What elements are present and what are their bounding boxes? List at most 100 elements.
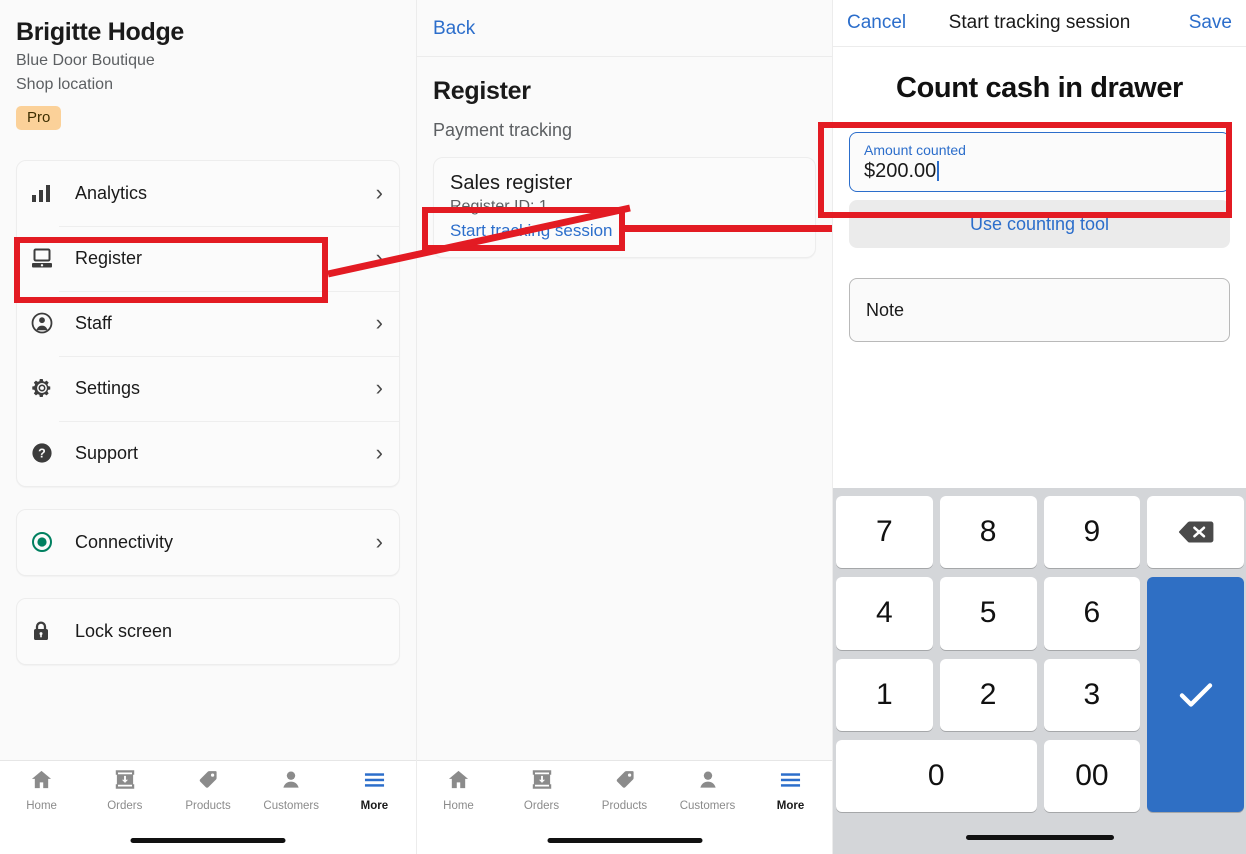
left-panel: Brigitte Hodge Blue Door Boutique Shop l… [0,0,416,854]
amount-text: $200.00 [864,160,937,182]
sidebar-item-label: Connectivity [75,531,174,552]
start-tracking-session-link[interactable]: Start tracking session [450,221,799,241]
chevron-right-icon: › [375,245,383,271]
tab-home[interactable]: Home [0,769,83,823]
key-9[interactable]: 9 [1043,496,1141,569]
tab-label: Home [443,800,474,812]
key-0[interactable]: 0 [836,739,1037,812]
pro-badge: Pro [16,105,62,130]
tab-label: Orders [523,800,560,812]
page-title: Register [433,77,531,105]
chevron-right-icon: › [375,310,383,336]
tab-label: Home [26,800,57,812]
sidebar-item-lock-screen[interactable]: Lock screen [17,599,399,664]
cancel-button[interactable]: Cancel [847,12,906,34]
tab-customers[interactable]: Customers [250,769,333,823]
count-cash-heading: Count cash in drawer [896,72,1183,104]
key-5[interactable]: 5 [939,577,1037,650]
tab-label: Customers [263,800,320,812]
sidebar-item-support[interactable]: ? Support › [17,420,399,486]
key-1[interactable]: 1 [836,658,933,731]
check-icon [1179,682,1212,707]
text-caret [937,161,940,181]
tab-products[interactable]: Products [166,769,249,823]
tab-label: More [360,800,389,812]
back-button[interactable]: Back [433,18,475,40]
chevron-right-icon: › [375,180,383,206]
bottom-tabbar-middle: Home Orders Products Customers More [417,760,832,854]
save-button[interactable]: Save [1189,12,1232,34]
tab-label: More [776,800,805,812]
key-4[interactable]: 4 [836,577,933,650]
register-card: Sales register Register ID: 1 Start trac… [433,157,816,258]
sidebar-item-label: Staff [75,312,112,333]
tab-label: Products [185,800,231,812]
home-indicator [130,838,286,843]
tab-customers[interactable]: Customers [666,769,749,823]
numeric-keypad: 7 8 9 4 5 6 1 2 3 0 00 [833,488,1246,854]
register-id: Register ID: 1 [450,198,548,215]
sidebar-item-staff[interactable]: Staff › [17,290,399,356]
tab-home[interactable]: Home [417,769,500,823]
menu-card-lock: Lock screen [16,597,400,665]
person-circle-icon [31,312,61,334]
home-icon [447,769,470,795]
key-00[interactable]: 00 [1043,739,1141,812]
confirm-button[interactable] [1147,577,1244,812]
sidebar-item-label: Settings [75,377,141,398]
gear-icon [31,377,61,399]
sidebar-item-label: Analytics [75,182,148,203]
menu-card-connectivity: Connectivity › [16,508,400,576]
use-counting-tool-button[interactable]: Use counting tool [849,200,1230,248]
middle-panel-body: Register Payment tracking Sales register… [417,57,832,258]
profile-name: Brigitte Hodge [16,18,185,46]
tab-orders[interactable]: Orders [83,769,166,823]
home-indicator [547,838,702,843]
home-indicator [966,835,1114,840]
register-icon [31,247,61,269]
right-panel: Cancel Start tracking session Save Count… [832,0,1246,854]
profile-location: Shop location [16,76,113,94]
person-icon [280,769,302,795]
key-2[interactable]: 2 [939,658,1037,731]
tab-orders[interactable]: Orders [500,769,583,823]
orders-icon [531,769,553,795]
amount-counted-value: $200.00 [864,160,940,183]
sidebar-item-settings[interactable]: Settings › [17,355,399,421]
chevron-right-icon: › [375,375,383,401]
menu-card-primary: Analytics › Register › Staff › Settings … [16,159,400,487]
section-subtitle: Payment tracking [433,120,573,140]
sidebar-item-label: Lock screen [75,620,173,641]
sidebar-item-analytics[interactable]: Analytics › [17,161,399,226]
sidebar-item-label: Register [75,247,143,268]
tag-icon [614,769,636,795]
amount-counted-label: Amount counted [864,142,966,158]
middle-panel-topbar: Back [417,0,832,57]
chevron-right-icon: › [375,529,383,555]
person-icon [697,769,719,795]
sidebar-item-connectivity[interactable]: Connectivity › [17,510,399,575]
amount-counted-input[interactable]: Amount counted $200.00 [849,132,1230,192]
chevron-right-icon: › [375,440,383,466]
profile-header: Brigitte Hodge Blue Door Boutique Shop l… [0,0,416,130]
keypad-grid: 7 8 9 4 5 6 1 2 3 0 00 [836,496,1244,812]
sidebar-item-register[interactable]: Register › [17,225,399,291]
sidebar-item-label: Support [75,442,139,463]
tab-label: Products [601,800,648,812]
register-name: Sales register [450,172,573,194]
backspace-icon[interactable] [1147,496,1244,569]
key-3[interactable]: 3 [1043,658,1141,731]
tab-label: Customers [679,800,736,812]
note-input[interactable]: Note [849,278,1230,342]
question-circle-icon: ? [31,442,61,464]
key-7[interactable]: 7 [836,496,933,569]
svg-text:?: ? [38,447,46,461]
tab-label: Orders [107,800,143,812]
connectivity-dot-icon [31,531,61,553]
key-6[interactable]: 6 [1043,577,1141,650]
hamburger-icon [363,769,386,795]
tab-products[interactable]: Products [583,769,666,823]
tab-more[interactable]: More [749,769,832,823]
tab-more[interactable]: More [333,769,416,823]
key-8[interactable]: 8 [939,496,1037,569]
